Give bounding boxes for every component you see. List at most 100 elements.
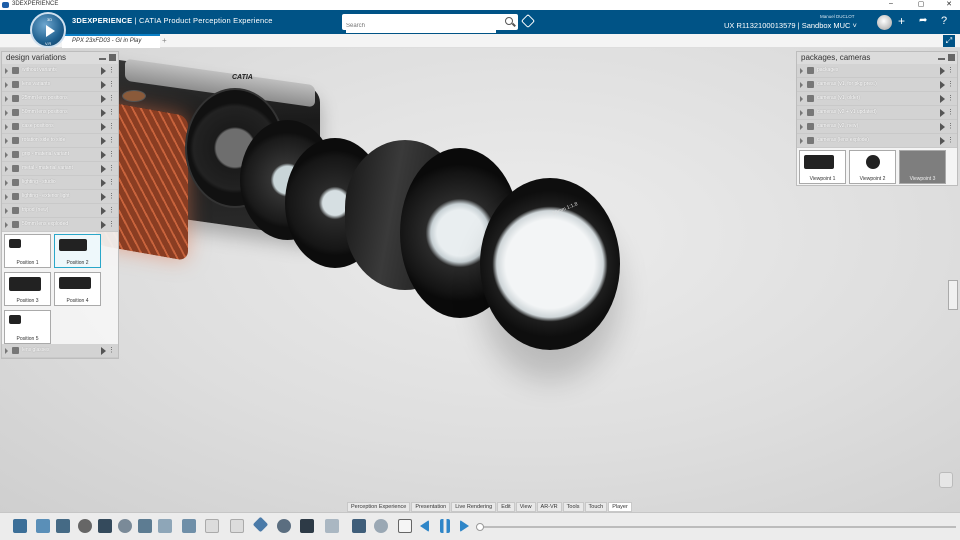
expand-icon[interactable] <box>5 180 8 186</box>
play-icon[interactable] <box>101 207 106 215</box>
measure-icon[interactable] <box>138 519 152 533</box>
camera-row[interactable]: cameras (v1, for pkg pres.) ⋮ <box>797 78 957 92</box>
tab-ppx[interactable]: PPX 23xFD03 - GI in Play <box>62 34 160 48</box>
play-icon[interactable] <box>940 123 945 131</box>
timeline-handle[interactable] <box>476 523 484 531</box>
zoom-area-icon[interactable] <box>56 519 70 533</box>
robot-icon[interactable] <box>939 472 953 488</box>
play-icon[interactable] <box>101 165 106 173</box>
expand-icon[interactable] <box>800 96 803 102</box>
expand-icon[interactable] <box>5 348 8 354</box>
camera-row[interactable]: cameras (v2, new) ⋮ <box>797 120 957 134</box>
expand-icon[interactable] <box>800 138 803 144</box>
expand-icon[interactable] <box>5 194 8 200</box>
pause-icon[interactable] <box>440 519 450 533</box>
environment-icon[interactable] <box>277 519 291 533</box>
expand-icon[interactable] <box>5 152 8 158</box>
expand-icon[interactable] <box>5 208 8 214</box>
maximize-icon[interactable]: ▢ <box>910 0 932 8</box>
expand-icon[interactable] <box>5 124 8 130</box>
command-tab[interactable]: Touch <box>584 502 608 512</box>
play-icon[interactable] <box>940 95 945 103</box>
close-icon[interactable]: ✕ <box>938 0 960 8</box>
search-input[interactable] <box>346 19 496 33</box>
expand-icon[interactable] <box>5 96 8 102</box>
command-tab[interactable]: Live Rendering <box>451 502 497 512</box>
expand-icon[interactable] <box>5 110 8 116</box>
play-icon[interactable] <box>940 109 945 117</box>
command-tab[interactable]: Player <box>608 502 632 512</box>
play-icon[interactable] <box>101 137 106 145</box>
thumbnail-position-1[interactable]: Position 1 <box>4 234 51 268</box>
command-tab[interactable]: Perception Experience <box>347 502 411 512</box>
expand-icon[interactable] <box>800 68 803 74</box>
expand-icon[interactable] <box>800 82 803 88</box>
help-icon[interactable]: ? <box>941 14 947 28</box>
minimize-panel-icon[interactable] <box>938 58 945 60</box>
search-icon[interactable] <box>505 17 513 25</box>
variation-row[interactable]: rotation side to side ⋮ <box>2 134 118 148</box>
export-icon[interactable] <box>398 519 412 533</box>
thumbnail-viewpoint-1[interactable]: Viewpoint 1 <box>799 150 846 184</box>
play-icon[interactable] <box>101 81 106 89</box>
play-icon[interactable] <box>101 151 106 159</box>
play-icon[interactable] <box>101 221 106 229</box>
expand-icon[interactable] <box>5 166 8 172</box>
share-view-icon[interactable] <box>374 519 388 533</box>
screen-icon[interactable] <box>352 519 366 533</box>
more-icon[interactable]: ⋮ <box>108 164 115 172</box>
command-tab[interactable]: View <box>515 502 536 512</box>
variation-row[interactable]: 50mm lens exploded ⋮ <box>2 218 118 232</box>
thumbnail-position-2[interactable]: Position 2 <box>54 234 101 268</box>
play-icon[interactable] <box>940 81 945 89</box>
more-icon[interactable]: ⋮ <box>108 108 115 116</box>
command-tab[interactable]: Edit <box>497 502 515 512</box>
panel-menu-icon[interactable] <box>109 54 116 61</box>
film-icon[interactable] <box>300 519 314 533</box>
expand-icon[interactable] <box>5 138 8 144</box>
more-icon[interactable]: ⋮ <box>108 136 115 144</box>
thumbnail-position-3[interactable]: Position 3 <box>4 272 51 306</box>
play-icon[interactable] <box>101 123 106 131</box>
camera-row[interactable]: cameras (v2 + v1 updated) ⋮ <box>797 106 957 120</box>
view-mode-icon[interactable] <box>182 519 196 533</box>
play-icon[interactable] <box>101 193 106 201</box>
expand-icon[interactable] <box>800 124 803 130</box>
thumbnail-position-5[interactable]: Position 5 <box>4 310 51 344</box>
play-icon[interactable] <box>101 347 106 355</box>
material-icon[interactable] <box>98 519 112 533</box>
variation-row[interactable]: 25mm lens positions ⋮ <box>2 92 118 106</box>
more-icon[interactable]: ⋮ <box>108 122 115 130</box>
variation-row-lens-glasses[interactable]: lens glasses ⋮ <box>2 344 118 358</box>
camera-icon[interactable] <box>325 519 339 533</box>
more-icon[interactable]: ⋮ <box>947 80 954 88</box>
more-icon[interactable]: ⋮ <box>108 192 115 200</box>
camera-row[interactable]: packages ⋮ <box>797 64 957 78</box>
variation-row[interactable]: case positions ⋮ <box>2 120 118 134</box>
thumbnail-viewpoint-2[interactable]: Viewpoint 2 <box>849 150 896 184</box>
variation-row[interactable]: tripod (new) ⋮ <box>2 204 118 218</box>
more-icon[interactable]: ⋮ <box>947 94 954 102</box>
more-icon[interactable]: ⋮ <box>108 206 115 214</box>
play-icon[interactable] <box>101 109 106 117</box>
compass-icon[interactable]: 3D V,R <box>30 12 66 48</box>
variation-row[interactable]: lighting - exterior light ⋮ <box>2 190 118 204</box>
variation-row[interactable]: metal - material variant ⋮ <box>2 162 118 176</box>
thumbnail-position-4[interactable]: Position 4 <box>54 272 101 306</box>
play-icon[interactable] <box>940 137 945 145</box>
collab-space-selector[interactable]: UX R1132100013579 | Sandbox MUC ˅ <box>724 21 857 30</box>
command-tab[interactable]: Tools <box>562 502 584 512</box>
timeline-slider[interactable] <box>478 526 956 528</box>
more-icon[interactable]: ⋮ <box>108 66 115 74</box>
variation-row[interactable]: lens variants ⋮ <box>2 78 118 92</box>
more-icon[interactable]: ⋮ <box>947 136 954 144</box>
variation-row[interactable]: grip - material variant ⋮ <box>2 148 118 162</box>
play-icon[interactable] <box>101 67 106 75</box>
share-icon[interactable]: ➦ <box>919 14 927 28</box>
more-icon[interactable]: ⋮ <box>947 108 954 116</box>
expand-icon[interactable] <box>800 110 803 116</box>
expand-icon[interactable] <box>5 222 8 228</box>
variation-row[interactable]: 50mm lens positions ⋮ <box>2 106 118 120</box>
previous-icon[interactable] <box>420 520 429 532</box>
record-icon[interactable] <box>78 519 92 533</box>
